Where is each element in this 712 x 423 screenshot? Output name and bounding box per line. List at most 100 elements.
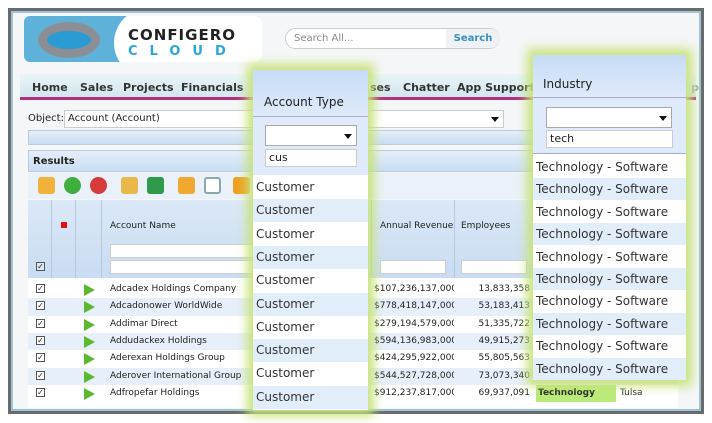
account-type-option[interactable]: Customer	[253, 316, 368, 339]
delete-icon[interactable]	[90, 177, 107, 194]
row-checkbox[interactable]: ✓	[36, 318, 45, 328]
annual-revenue-filter[interactable]	[380, 260, 446, 274]
industry-option[interactable]: Technology - Software	[533, 223, 686, 246]
red-flag-icon	[61, 222, 67, 228]
industry-option[interactable]: Technology - Software	[533, 357, 686, 380]
col-action	[76, 200, 102, 278]
open-arrow-icon[interactable]	[84, 387, 95, 400]
industry-cell: Technology	[536, 384, 616, 402]
row-checkbox[interactable]: ✓	[36, 335, 45, 345]
industry-filter-input[interactable]: tech	[546, 130, 673, 148]
annual-revenue: $279,194,579,000,	[374, 318, 454, 329]
clear-icon[interactable]	[121, 177, 138, 194]
employees: 51,335,722	[478, 318, 530, 329]
upload-icon[interactable]	[233, 177, 250, 194]
nav-financials[interactable]: Financials	[181, 81, 243, 94]
employees: 69,937,091	[478, 387, 530, 398]
row-checkbox[interactable]: ✓	[36, 284, 45, 293]
account-name[interactable]: Adfropefar Holdings	[110, 388, 199, 398]
brand-line1: CONFIGERO	[128, 26, 237, 44]
annual-revenue: $544,527,728,000,	[374, 370, 454, 381]
columns-icon[interactable]	[204, 177, 221, 194]
employees-header[interactable]: Employees	[461, 221, 510, 231]
industry-select[interactable]	[546, 107, 672, 128]
annual-revenue-header[interactable]: Annual Revenue	[380, 221, 453, 231]
account-name[interactable]: Aderover International Group	[110, 371, 241, 381]
account-name[interactable]: Adcadonower WorldWide	[110, 301, 222, 311]
industry-option[interactable]: Technology - Software	[533, 268, 686, 290]
nav-app-support[interactable]: App Support	[457, 81, 535, 94]
account-type-select[interactable]	[265, 125, 357, 146]
annual-revenue: $912,237,817,000,	[374, 387, 454, 398]
open-arrow-icon[interactable]	[84, 301, 95, 314]
nav-partial-right[interactable]: p	[691, 81, 699, 94]
open-arrow-icon[interactable]	[84, 335, 95, 348]
industry-option[interactable]: Technology - Software	[533, 201, 686, 223]
industry-filter-popup: Industry tech Technology - Software Techn…	[533, 55, 686, 380]
col-employees: Employees	[455, 200, 535, 278]
open-arrow-icon[interactable]	[84, 370, 95, 383]
account-type-option[interactable]: Customer	[253, 176, 368, 199]
account-type-filter-input[interactable]: cus	[265, 149, 357, 167]
annual-revenue: $107,236,137,000,	[374, 284, 454, 294]
account-type-option[interactable]: Customer	[253, 292, 368, 316]
annual-revenue: $424,295,922,000,	[374, 353, 454, 364]
employees: 13,833,358	[478, 284, 530, 294]
nav-partial[interactable]: ses	[370, 81, 391, 94]
object-label: Object:	[28, 113, 64, 124]
account-type-option[interactable]: Customer	[253, 199, 368, 223]
save-icon[interactable]	[38, 177, 55, 194]
chevron-down-icon	[491, 117, 499, 122]
row-checkbox[interactable]: ✓	[36, 301, 45, 311]
object-value: Account (Account)	[68, 113, 160, 124]
account-type-option[interactable]: Customer	[253, 223, 368, 246]
logo-c-icon	[38, 22, 100, 58]
row-checkbox[interactable]: ✓	[36, 387, 45, 397]
industry-option[interactable]: Technology - Software	[533, 246, 686, 268]
col-annual-revenue: Annual Revenue	[372, 200, 455, 278]
employees: 55,805,563	[478, 353, 530, 364]
account-name[interactable]: Addimar Direct	[110, 319, 178, 329]
popup-title: Account Type	[264, 95, 344, 109]
nav-sales[interactable]: Sales	[80, 81, 113, 94]
open-arrow-icon[interactable]	[84, 318, 95, 331]
chevron-down-icon	[344, 134, 352, 139]
row-checkbox[interactable]: ✓	[36, 353, 45, 363]
industry-option[interactable]: Technology - Software	[533, 156, 686, 178]
employees: 49,915,273	[478, 335, 530, 346]
nav-projects[interactable]: Projects	[123, 81, 174, 94]
select-all-checkbox[interactable]: ✓	[36, 262, 45, 271]
row-checkbox[interactable]: ✓	[36, 370, 45, 380]
city-cell: Tulsa	[620, 387, 643, 398]
employees: 73,073,340	[478, 370, 530, 381]
account-type-filter-popup: Account Type cus Customer Customer Custome…	[253, 70, 368, 410]
nav-home[interactable]: Home	[32, 81, 68, 94]
search-input[interactable]: Search All...	[294, 33, 353, 44]
industry-option[interactable]: Technology - Software	[533, 312, 686, 335]
account-name-header[interactable]: Account Name	[110, 221, 176, 231]
search-button[interactable]: Search	[446, 29, 500, 48]
col-select: ✓	[28, 200, 52, 278]
add-icon[interactable]	[64, 177, 81, 194]
account-type-option[interactable]: Customer	[253, 269, 368, 292]
account-type-option[interactable]: Customer	[253, 362, 368, 385]
industry-option[interactable]: Technology - Software	[533, 178, 686, 201]
industry-option[interactable]: Technology - Software	[533, 335, 686, 357]
account-type-option[interactable]: Customer	[253, 385, 368, 409]
popup-header: Account Type	[253, 70, 368, 117]
industry-option[interactable]: Technology - Software	[533, 290, 686, 312]
refresh-icon[interactable]	[178, 177, 195, 194]
excel-icon[interactable]	[147, 177, 164, 194]
account-name[interactable]: Adcadex Holdings Company	[110, 284, 236, 294]
account-type-option[interactable]: Customer	[253, 245, 368, 269]
open-arrow-icon[interactable]	[84, 353, 95, 366]
popup-header: Industry	[533, 55, 686, 98]
configero-logo: CONFIGERO CLOUD	[24, 16, 262, 62]
account-name[interactable]: Addudackex Holdings	[110, 336, 207, 346]
account-name[interactable]: Aderexan Holdings Group	[110, 353, 225, 363]
open-arrow-icon[interactable]	[84, 284, 95, 296]
account-type-option[interactable]: Customer	[253, 339, 368, 363]
chevron-down-icon	[659, 116, 667, 121]
employees-filter[interactable]	[461, 260, 527, 274]
nav-chatter[interactable]: Chatter	[403, 81, 450, 94]
